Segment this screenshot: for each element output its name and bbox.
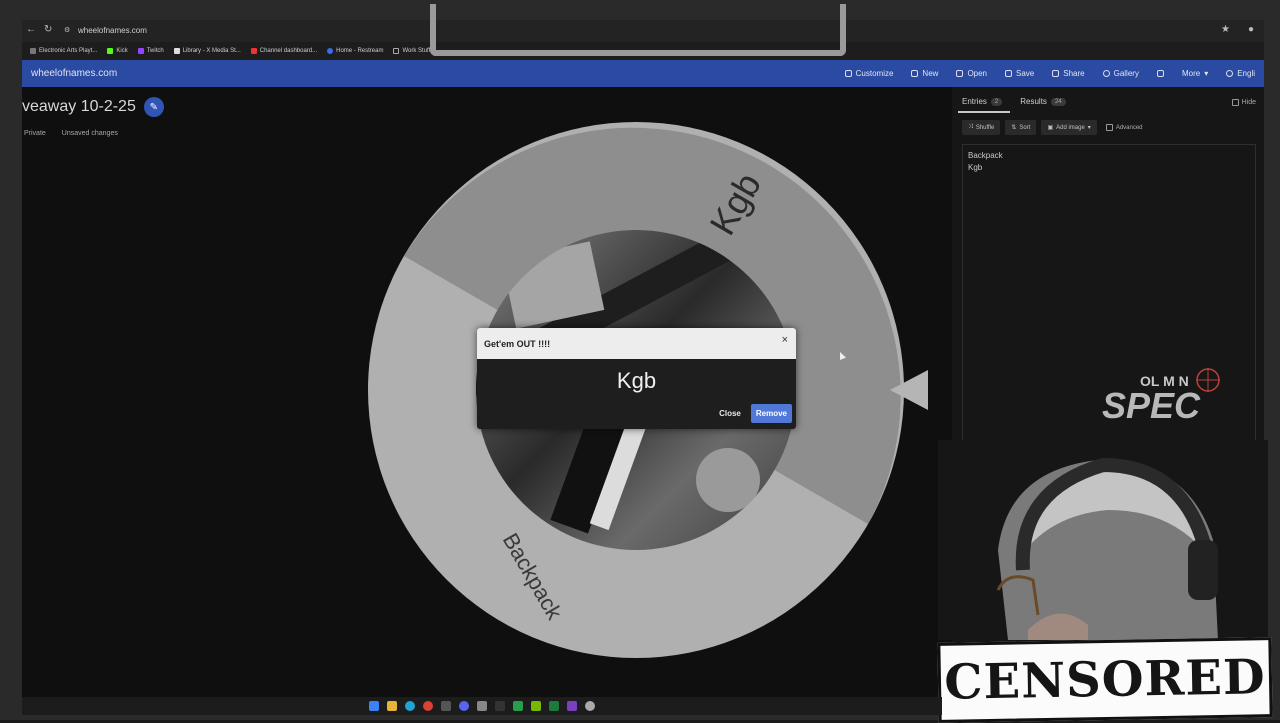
- share-icon: [1052, 70, 1060, 77]
- edge-icon[interactable]: [405, 701, 415, 711]
- webcam-overlay: [938, 440, 1268, 640]
- save-icon: [1005, 70, 1013, 77]
- chrome-icon[interactable]: [423, 701, 433, 711]
- back-icon[interactable]: ←: [26, 24, 36, 35]
- app-icon[interactable]: [441, 701, 451, 711]
- edit-title-button[interactable]: ✎: [143, 97, 164, 117]
- close-button[interactable]: Close: [717, 405, 743, 422]
- censored-text: CENSORED: [943, 649, 1267, 711]
- logo-main-text: SPEC: [1102, 385, 1201, 426]
- tab-entries[interactable]: Entries 2: [962, 97, 1003, 106]
- chevron-down-icon: ▾: [1204, 69, 1209, 78]
- app-header: wheelofnames.com Customize New Open Save…: [22, 60, 1264, 87]
- bookmark-item[interactable]: Electronic Arts Playt...: [30, 48, 97, 54]
- folder-icon: [393, 48, 400, 54]
- dialog-title: Get'em OUT !!!!: [484, 338, 551, 349]
- list-item: Kgb: [968, 163, 983, 172]
- streamer-logo: OL M N SPEC: [1102, 368, 1220, 426]
- bookmark-item[interactable]: Twitch: [137, 48, 164, 54]
- bookmark-favicon-icon: [137, 48, 144, 54]
- winner-dialog: Get'em OUT !!!! × Kgb Close Remove: [477, 328, 796, 429]
- sort-button[interactable]: ⇅ Sort: [1005, 120, 1037, 135]
- app-icon[interactable]: [477, 701, 487, 711]
- shuffle-button[interactable]: ⤨ Shuffle: [962, 120, 1001, 135]
- xbox-icon[interactable]: [513, 701, 523, 711]
- save-status: Unsaved changes: [61, 130, 118, 137]
- open-button[interactable]: Open: [947, 69, 996, 78]
- list-item: Backpack: [968, 151, 1003, 160]
- frame-top-bracket: [430, 4, 846, 56]
- more-menu-button[interactable]: More ▾: [1173, 69, 1217, 78]
- language-button[interactable]: Engli: [1217, 69, 1264, 78]
- bookmark-favicon-icon: [327, 48, 334, 54]
- remove-button[interactable]: Remove: [750, 404, 792, 423]
- nvidia-icon[interactable]: [531, 701, 541, 711]
- reload-icon[interactable]: ↻: [44, 24, 52, 35]
- censored-banner: CENSORED: [937, 637, 1273, 723]
- profile-icon[interactable]: ●: [1248, 24, 1254, 35]
- customize-button[interactable]: Customize: [836, 69, 903, 78]
- chevron-down-icon: ▾: [1087, 125, 1091, 131]
- active-tab-indicator: [958, 111, 1010, 113]
- hide-checkbox[interactable]: [1231, 99, 1239, 106]
- app-icon[interactable]: [495, 701, 505, 711]
- dialog-actions: Close Remove: [717, 404, 792, 423]
- folder-open-icon: [956, 70, 964, 77]
- bookmark-favicon-icon: [30, 48, 36, 54]
- app-icon[interactable]: [585, 701, 595, 711]
- shuffle-icon: ⤨: [968, 124, 973, 130]
- add-image-button[interactable]: ▣ Add image ▾: [1041, 120, 1097, 135]
- main-menu: Customize New Open Save Share Gallery Mo…: [836, 60, 1264, 87]
- gallery-button[interactable]: Gallery: [1094, 69, 1148, 78]
- pencil-icon: ✎: [149, 101, 159, 113]
- address-bar[interactable]: wheelofnames.com: [78, 26, 147, 35]
- entries-toolbar: ⤨ Shuffle ⇅ Sort ▣ Add image ▾ Advanced: [962, 120, 1147, 135]
- stream-frame: ← ↻ ⚙ wheelofnames.com ★ ● Electronic Ar…: [0, 0, 1280, 723]
- file-explorer-icon[interactable]: [387, 701, 397, 711]
- bookmark-star-icon[interactable]: ★: [1221, 24, 1230, 35]
- bookmark-item[interactable]: Kick: [107, 48, 128, 54]
- advanced-checkbox[interactable]: [1105, 124, 1113, 131]
- new-button[interactable]: New: [902, 69, 947, 78]
- panel-tabs: Entries 2 Results 24: [962, 97, 1066, 106]
- winner-name: Kgb: [616, 368, 657, 393]
- os-taskbar: [22, 697, 942, 715]
- bookmark-favicon-icon: [250, 48, 257, 54]
- site-info-icon[interactable]: ⚙: [64, 26, 70, 34]
- excel-icon[interactable]: [549, 701, 559, 711]
- tab-results[interactable]: Results 24: [1020, 97, 1066, 106]
- hide-toggle[interactable]: Hide: [1231, 99, 1256, 106]
- discord-icon[interactable]: [459, 701, 469, 711]
- privacy-status: Private: [24, 130, 46, 137]
- close-icon[interactable]: ×: [782, 334, 788, 346]
- wheel-title-row: veaway 10-2-25 ✎: [22, 97, 164, 117]
- app-icon[interactable]: [567, 701, 577, 711]
- search-icon: [1102, 70, 1110, 77]
- bookmark-favicon-icon: [173, 48, 180, 54]
- save-button[interactable]: Save: [996, 69, 1043, 78]
- bookmark-item[interactable]: Library - X Media St...: [173, 48, 241, 54]
- palette-icon: [844, 70, 852, 77]
- bookmark-item[interactable]: Home - Restream: [327, 48, 383, 54]
- results-count-badge: 24: [1050, 97, 1066, 106]
- entries-count-badge: 2: [990, 97, 1003, 106]
- dialog-header: Get'em OUT !!!!: [477, 328, 796, 359]
- site-logo-text[interactable]: wheelofnames.com: [31, 68, 117, 79]
- wheel-title: veaway 10-2-25: [22, 98, 136, 115]
- fullscreen-icon: [1156, 70, 1164, 77]
- fullscreen-button[interactable]: [1148, 70, 1173, 77]
- start-icon[interactable]: [369, 701, 379, 711]
- sort-icon: ⇅: [1011, 125, 1017, 131]
- advanced-toggle[interactable]: Advanced: [1102, 120, 1147, 135]
- wheel-pointer: [890, 370, 928, 410]
- bookmark-folder[interactable]: Work Stuff: [393, 48, 430, 54]
- share-button[interactable]: Share: [1043, 69, 1093, 78]
- bookmark-favicon-icon: [107, 48, 114, 54]
- wheel-status-row: Private Unsaved changes: [24, 130, 118, 137]
- new-file-icon: [911, 70, 919, 77]
- globe-icon: [1226, 70, 1234, 77]
- bookmark-item[interactable]: Channel dashboard...: [250, 48, 317, 54]
- image-icon: ▣: [1047, 125, 1054, 131]
